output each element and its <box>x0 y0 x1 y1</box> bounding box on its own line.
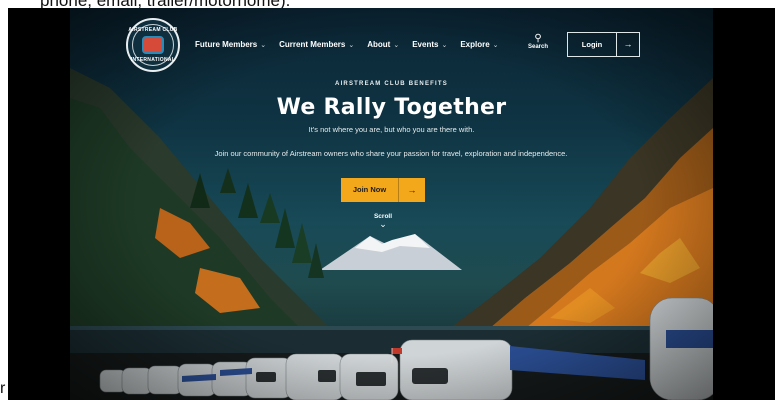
hero-subtitle: It's not where you are, but who you are … <box>308 125 475 134</box>
hero-eyebrow: AIRSTREAM CLUB BENEFITS <box>335 81 448 87</box>
airstream-club-logo[interactable]: AIRSTREAM CLUB INTERNATIONAL <box>126 18 180 72</box>
menu-item-about[interactable]: About ⌄ <box>367 40 399 49</box>
scroll-indicator[interactable]: Scroll ⌄ <box>365 213 401 229</box>
search-icon: ⚲ <box>534 33 542 44</box>
top-navigation: AIRSTREAM CLUB INTERNATIONAL Future Memb… <box>70 8 713 84</box>
arrow-right-icon: → <box>398 178 425 202</box>
login-button[interactable]: Login → <box>567 32 640 57</box>
join-now-label: Join Now <box>352 185 387 194</box>
chevron-down-icon: ⌄ <box>379 219 387 229</box>
logo-top-text: AIRSTREAM CLUB <box>128 27 178 33</box>
menu-item-label: Events <box>412 40 439 49</box>
menu-item-label: Explore <box>460 40 490 49</box>
chevron-down-icon: ⌄ <box>348 41 355 49</box>
chevron-down-icon: ⌄ <box>260 41 267 49</box>
search-label: Search <box>527 44 548 50</box>
chevron-down-icon: ⌄ <box>441 41 448 49</box>
menu-item-label: Current Members <box>279 40 346 49</box>
arrow-right-icon: → <box>616 33 639 56</box>
logo-bottom-text: INTERNATIONAL <box>130 57 176 63</box>
hero-title: We Rally Together <box>276 95 507 120</box>
logo-badge-icon <box>142 36 164 54</box>
chevron-down-icon: ⌄ <box>492 41 499 49</box>
hero-section: AIRSTREAM CLUB INTERNATIONAL Future Memb… <box>70 8 713 400</box>
menu-item-label: Future Members <box>195 40 258 49</box>
join-now-button[interactable]: Join Now → <box>341 178 425 202</box>
menu-item-current-members[interactable]: Current Members ⌄ <box>279 40 354 49</box>
search-button[interactable]: ⚲ Search <box>523 33 553 51</box>
screenshot-frame: AIRSTREAM CLUB INTERNATIONAL Future Memb… <box>8 8 775 400</box>
page-fragment-stray-char: r <box>0 380 6 397</box>
chevron-down-icon: ⌄ <box>393 41 400 49</box>
menu-item-explore[interactable]: Explore ⌄ <box>460 40 498 49</box>
main-menu: Future Members ⌄ Current Members ⌄ About ⌄ … <box>195 40 512 49</box>
hero-description: Join our community of Airstream owners w… <box>214 149 568 158</box>
login-label: Login <box>581 40 603 49</box>
menu-item-future-members[interactable]: Future Members ⌄ <box>195 40 266 49</box>
menu-item-label: About <box>367 40 391 49</box>
menu-item-events[interactable]: Events ⌄ <box>412 40 447 49</box>
